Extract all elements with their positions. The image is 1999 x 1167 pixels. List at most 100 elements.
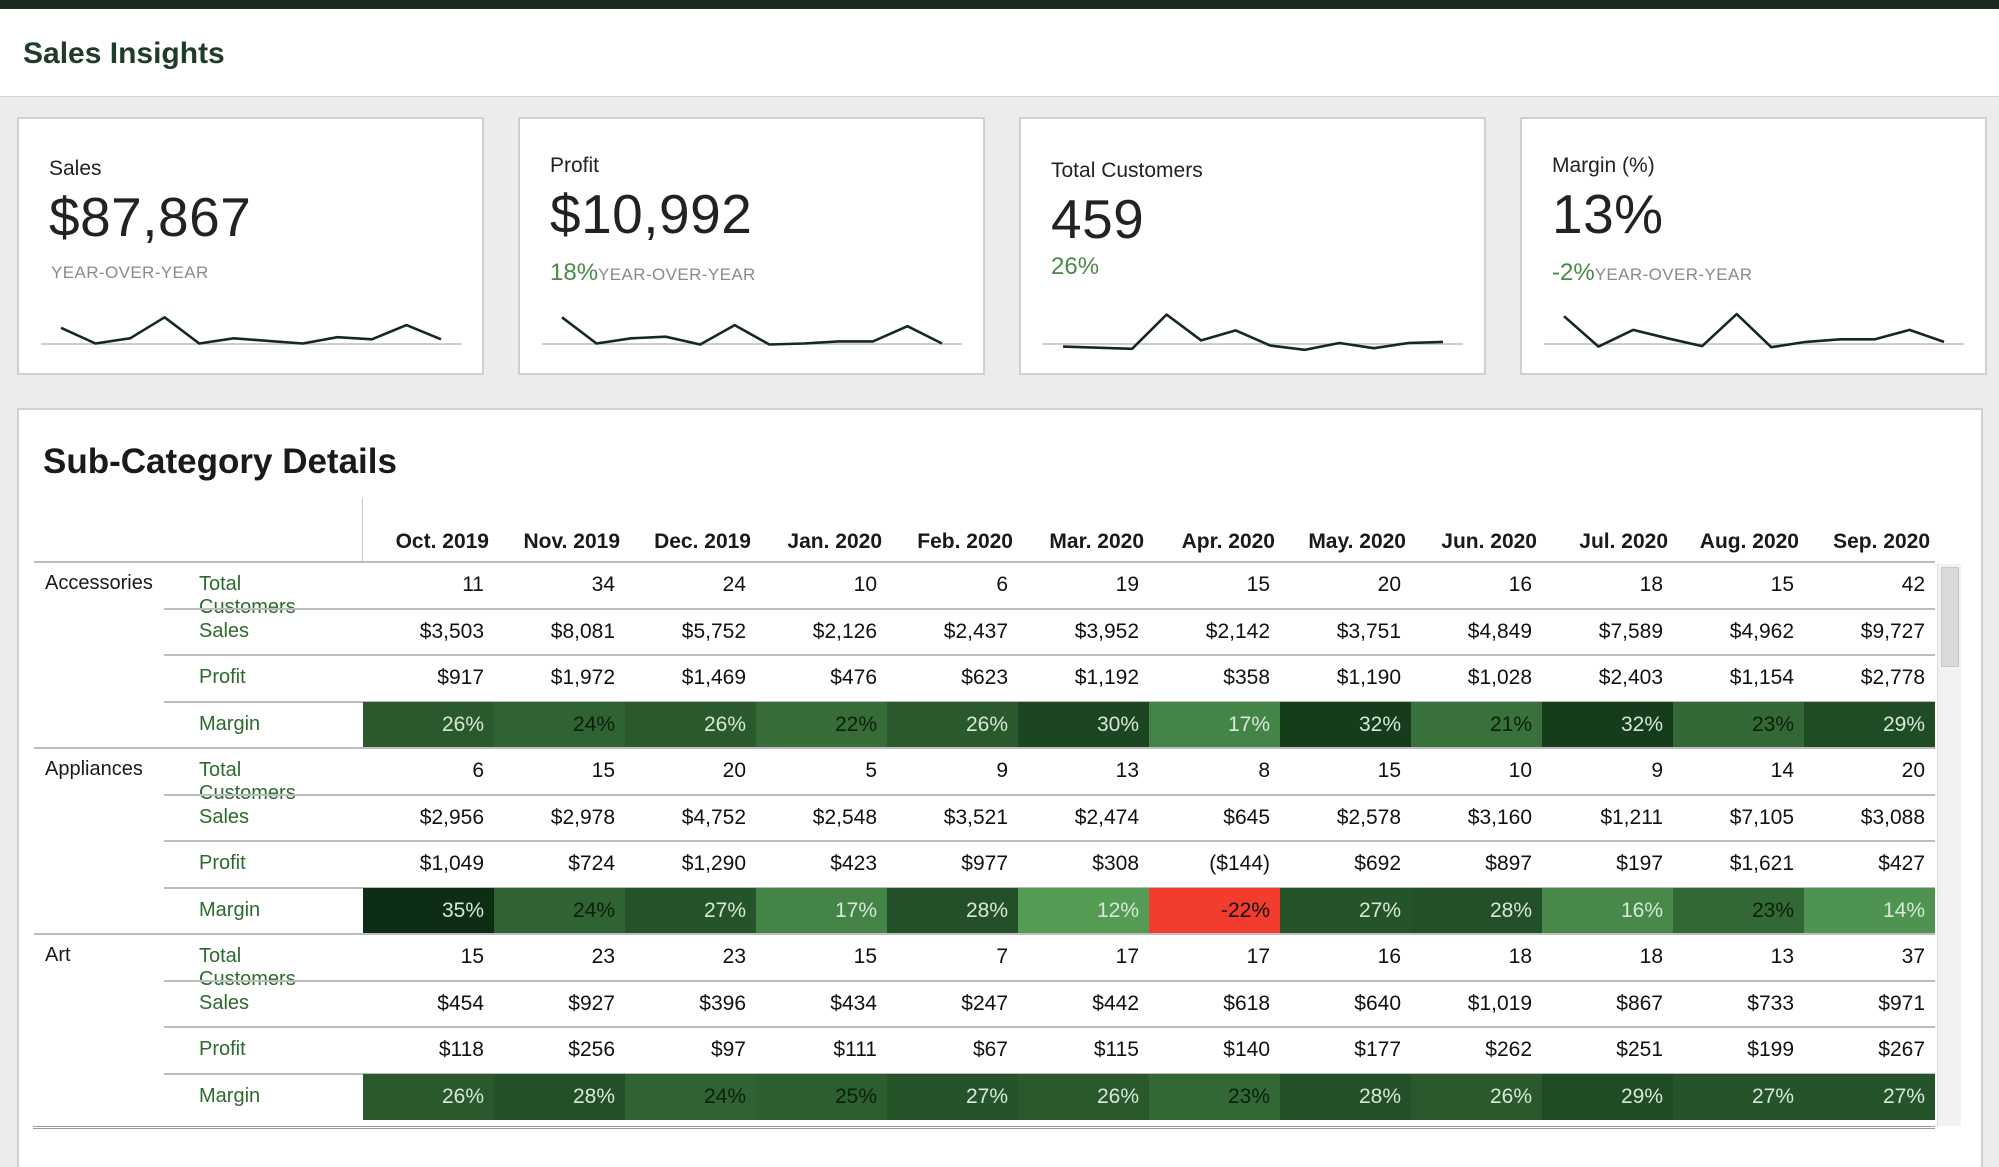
value-cell[interactable]: 17 [1149, 934, 1280, 980]
value-cell[interactable]: $1,211 [1542, 795, 1673, 841]
value-cell[interactable]: $1,049 [363, 841, 494, 887]
value-cell[interactable]: 19 [1018, 562, 1149, 608]
value-cell[interactable]: 18 [1411, 934, 1542, 980]
value-cell[interactable]: 23 [625, 934, 756, 980]
value-cell[interactable]: $733 [1673, 981, 1804, 1027]
margin-cell[interactable]: 16% [1542, 887, 1673, 934]
value-cell[interactable]: $4,849 [1411, 609, 1542, 655]
value-cell[interactable]: $927 [494, 981, 625, 1027]
margin-cell[interactable]: 28% [887, 887, 1018, 934]
value-cell[interactable]: $1,154 [1673, 655, 1804, 701]
category-label[interactable]: Accessories [45, 572, 153, 595]
margin-cell[interactable]: 14% [1804, 887, 1935, 934]
value-cell[interactable]: 10 [1411, 748, 1542, 794]
value-cell[interactable]: $640 [1280, 981, 1411, 1027]
category-label[interactable]: Appliances [45, 758, 143, 781]
month-header[interactable]: Oct. 2019 [359, 530, 489, 554]
margin-cell[interactable]: 27% [887, 1073, 1018, 1120]
margin-cell[interactable]: 25% [756, 1073, 887, 1120]
margin-cell[interactable]: 21% [1411, 701, 1542, 748]
margin-cell[interactable]: 26% [625, 701, 756, 748]
margin-cell[interactable]: 24% [494, 887, 625, 934]
value-cell[interactable]: $2,126 [756, 609, 887, 655]
margin-cell[interactable]: 26% [363, 1073, 494, 1120]
value-cell[interactable]: $971 [1804, 981, 1935, 1027]
value-cell[interactable]: 18 [1542, 934, 1673, 980]
value-cell[interactable]: $118 [363, 1027, 494, 1073]
value-cell[interactable]: $3,160 [1411, 795, 1542, 841]
value-cell[interactable]: 15 [1280, 748, 1411, 794]
value-cell[interactable]: $4,962 [1673, 609, 1804, 655]
value-cell[interactable]: $8,081 [494, 609, 625, 655]
value-cell[interactable]: 8 [1149, 748, 1280, 794]
value-cell[interactable]: 17 [1018, 934, 1149, 980]
value-cell[interactable]: $692 [1280, 841, 1411, 887]
margin-cell[interactable]: 23% [1673, 701, 1804, 748]
value-cell[interactable]: 13 [1673, 934, 1804, 980]
margin-cell[interactable]: 17% [1149, 701, 1280, 748]
value-cell[interactable]: $2,474 [1018, 795, 1149, 841]
margin-cell[interactable]: 26% [1018, 1073, 1149, 1120]
margin-cell[interactable]: 17% [756, 887, 887, 934]
value-cell[interactable]: $1,469 [625, 655, 756, 701]
value-cell[interactable]: 9 [887, 748, 1018, 794]
value-cell[interactable]: $3,521 [887, 795, 1018, 841]
month-header[interactable]: Feb. 2020 [883, 530, 1013, 554]
value-cell[interactable]: $618 [1149, 981, 1280, 1027]
value-cell[interactable]: 7 [887, 934, 1018, 980]
value-cell[interactable]: $1,290 [625, 841, 756, 887]
value-cell[interactable]: $917 [363, 655, 494, 701]
value-cell[interactable]: 15 [1149, 562, 1280, 608]
value-cell[interactable]: $867 [1542, 981, 1673, 1027]
value-cell[interactable]: $1,019 [1411, 981, 1542, 1027]
value-cell[interactable]: $9,727 [1804, 609, 1935, 655]
value-cell[interactable]: 42 [1804, 562, 1935, 608]
margin-cell[interactable]: 24% [625, 1073, 756, 1120]
value-cell[interactable]: 5 [756, 748, 887, 794]
margin-cell[interactable]: 28% [1411, 887, 1542, 934]
category-label[interactable]: Art [45, 944, 71, 967]
value-cell[interactable]: $251 [1542, 1027, 1673, 1073]
value-cell[interactable]: $7,589 [1542, 609, 1673, 655]
value-cell[interactable]: $3,088 [1804, 795, 1935, 841]
margin-cell[interactable]: 27% [1673, 1073, 1804, 1120]
margin-cell[interactable]: 12% [1018, 887, 1149, 934]
value-cell[interactable]: 20 [1280, 562, 1411, 608]
table-scrollbar[interactable] [1937, 564, 1961, 1126]
value-cell[interactable]: $115 [1018, 1027, 1149, 1073]
value-cell[interactable]: $2,437 [887, 609, 1018, 655]
value-cell[interactable]: $2,548 [756, 795, 887, 841]
month-header[interactable]: Mar. 2020 [1014, 530, 1144, 554]
value-cell[interactable]: $308 [1018, 841, 1149, 887]
month-header[interactable]: Nov. 2019 [490, 530, 621, 554]
value-cell[interactable]: 20 [1804, 748, 1935, 794]
value-cell[interactable]: 16 [1280, 934, 1411, 980]
value-cell[interactable]: $423 [756, 841, 887, 887]
margin-cell[interactable]: 26% [363, 701, 494, 748]
value-cell[interactable]: 37 [1804, 934, 1935, 980]
margin-cell[interactable]: 27% [625, 887, 756, 934]
margin-cell[interactable]: 26% [887, 701, 1018, 748]
margin-cell[interactable]: 32% [1280, 701, 1411, 748]
value-cell[interactable]: 23 [494, 934, 625, 980]
value-cell[interactable]: $2,403 [1542, 655, 1673, 701]
value-cell[interactable]: 15 [363, 934, 494, 980]
value-cell[interactable]: $97 [625, 1027, 756, 1073]
value-cell[interactable]: $434 [756, 981, 887, 1027]
scrollbar-thumb[interactable] [1941, 567, 1959, 667]
kpi-card-profit[interactable]: Profit $10,992 18%YEAR-OVER-YEAR [518, 117, 985, 375]
kpi-card-sales[interactable]: Sales $87,867 YEAR-OVER-YEAR [17, 117, 484, 375]
value-cell[interactable]: $3,503 [363, 609, 494, 655]
value-cell[interactable]: 10 [756, 562, 887, 608]
value-cell[interactable]: 9 [1542, 748, 1673, 794]
value-cell[interactable]: 6 [363, 748, 494, 794]
margin-cell[interactable]: 28% [494, 1073, 625, 1120]
margin-cell[interactable]: 27% [1280, 887, 1411, 934]
month-header[interactable]: Jun. 2020 [1407, 530, 1537, 554]
value-cell[interactable]: $427 [1804, 841, 1935, 887]
margin-cell[interactable]: 26% [1411, 1073, 1542, 1120]
value-cell[interactable]: $2,956 [363, 795, 494, 841]
value-cell[interactable]: $3,952 [1018, 609, 1149, 655]
value-cell[interactable]: 16 [1411, 562, 1542, 608]
value-cell[interactable]: $199 [1673, 1027, 1804, 1073]
